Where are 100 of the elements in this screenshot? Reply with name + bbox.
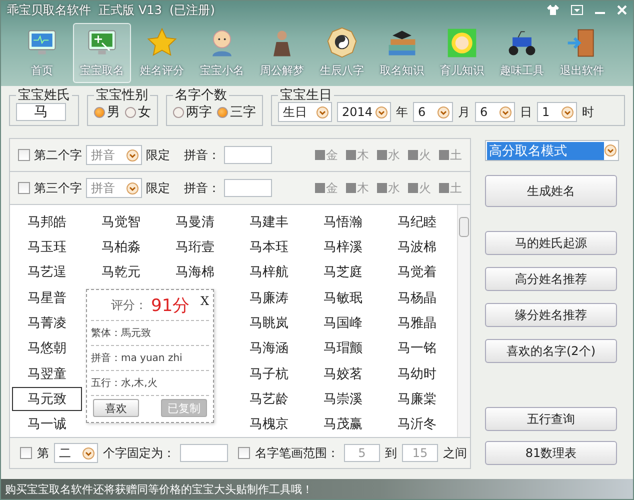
surname-field[interactable]: 马	[16, 103, 66, 121]
action-button[interactable]: 高分姓名推荐	[485, 267, 617, 291]
dropdown-menu-icon[interactable]	[571, 5, 583, 15]
name-item[interactable]: 马芝庭	[308, 260, 378, 284]
name-item[interactable]: 马敏珉	[308, 286, 378, 310]
action-button[interactable]: 缘分姓名推荐	[485, 303, 617, 327]
name-item[interactable]: 马曼清	[160, 210, 230, 234]
action-button[interactable]: 81数理表	[485, 441, 617, 465]
pinyin-select[interactable]: 拼音	[86, 145, 142, 165]
name-item[interactable]: 马沂冬	[382, 412, 452, 436]
pinyin-field[interactable]	[224, 179, 272, 197]
pinyin-label: 拼音：	[184, 180, 220, 196]
name-item[interactable]: 马珩壹	[160, 235, 230, 259]
date-unit-label: 时	[582, 104, 594, 120]
name-item[interactable]: 马茂赢	[308, 412, 378, 436]
name-item[interactable]: 马纪睦	[382, 210, 452, 234]
name-item[interactable]: 马梓航	[234, 260, 304, 284]
date-select[interactable]: 生日	[278, 102, 332, 122]
position-select[interactable]: 二	[54, 443, 98, 463]
action-button[interactable]: 生成姓名	[485, 175, 617, 207]
name-item[interactable]: 马廉涛	[234, 286, 304, 310]
name-item[interactable]: 马艺逞	[12, 260, 82, 284]
name-item[interactable]: 马觉智	[86, 210, 156, 234]
fixed-char-field[interactable]	[180, 444, 228, 462]
name-item[interactable]: 马邦皓	[12, 210, 82, 234]
date-unit-label: 年	[396, 104, 408, 120]
name-item[interactable]: 马雅晶	[382, 311, 452, 335]
action-button[interactable]: 喜欢的名字(2个)	[485, 339, 617, 363]
name-item[interactable]: 马一铭	[382, 336, 452, 360]
name-item[interactable]: 马菁凌	[12, 311, 82, 335]
radio-option[interactable]: 两字	[173, 103, 212, 121]
name-item[interactable]: 马子杭	[234, 362, 304, 386]
checkbox-label: 名字笔画范围：	[255, 444, 339, 462]
limit-label: 限定	[146, 180, 170, 196]
scrollbar[interactable]	[457, 205, 470, 437]
like-button[interactable]: 喜欢	[93, 399, 139, 417]
name-item[interactable]: 马建丰	[234, 210, 304, 234]
name-item[interactable]: 马艺龄	[234, 387, 304, 411]
name-item[interactable]: 马杨晶	[382, 286, 452, 310]
group-label: 宝宝姓氏	[17, 88, 71, 103]
close-button[interactable]: X	[200, 294, 209, 308]
checkbox[interactable]	[18, 149, 30, 161]
pinyin-field[interactable]	[224, 146, 272, 164]
name-item[interactable]: 马姣茗	[308, 362, 378, 386]
name-item[interactable]: 马本珏	[234, 235, 304, 259]
name-item[interactable]: 马悠朝	[12, 336, 82, 360]
detail-text: 拼音：ma yuan zhi	[91, 345, 209, 370]
fixed-char-label: 个字固定为：	[103, 444, 175, 462]
date-select[interactable]: 6	[413, 102, 453, 122]
name-item[interactable]: 马廉棠	[382, 387, 452, 411]
name-item[interactable]: 马元致	[12, 387, 82, 411]
date-select[interactable]: 6	[475, 102, 515, 122]
checkbox-label: 第三个字	[34, 180, 82, 196]
detail-text: 五行：水,木,火	[91, 370, 209, 395]
group-label: 宝宝生日	[279, 88, 333, 103]
group-label: 名字个数	[174, 88, 228, 103]
name-item[interactable]: 马玉珏	[12, 235, 82, 259]
name-item[interactable]: 马波棉	[382, 235, 452, 259]
name-item[interactable]: 马槐京	[234, 412, 304, 436]
window-title: 乖宝贝取名软件 正式版 V13 (已注册)	[7, 2, 216, 18]
checkbox[interactable]	[18, 182, 30, 194]
name-item[interactable]: 马乾元	[86, 260, 156, 284]
group-label: 宝宝性别	[95, 88, 149, 103]
checkbox-label: 第二个字	[34, 146, 82, 164]
date-select[interactable]: 1	[537, 102, 577, 122]
name-item[interactable]: 马悟瀚	[308, 210, 378, 234]
checkbox[interactable]	[20, 447, 32, 459]
range-suffix-label: 之间	[443, 444, 467, 462]
radio-option[interactable]: 男	[94, 103, 120, 121]
action-button[interactable]: 马的姓氏起源	[485, 231, 617, 255]
date-select[interactable]: 2014	[337, 102, 391, 122]
score-label: 评分：	[111, 296, 147, 314]
mode-select[interactable]: 高分取名模式	[485, 140, 619, 161]
name-item[interactable]: 马海涵	[234, 336, 304, 360]
shirt-icon[interactable]	[547, 5, 559, 15]
checkbox-label: 第	[37, 444, 49, 462]
close-icon[interactable]	[617, 5, 627, 15]
limit-label: 限定	[146, 146, 170, 164]
name-item[interactable]: 马一诚	[12, 412, 82, 436]
radio-option[interactable]: 三字	[217, 103, 256, 121]
date-unit-label: 月	[458, 104, 470, 120]
name-item[interactable]: 马梓溪	[308, 235, 378, 259]
name-item[interactable]: 马国峰	[308, 311, 378, 335]
name-item[interactable]: 马眺岚	[234, 311, 304, 335]
range-label: 到	[385, 444, 397, 462]
name-item[interactable]: 马觉着	[382, 260, 452, 284]
checkbox[interactable]	[238, 447, 250, 459]
name-item[interactable]: 马柏淼	[86, 235, 156, 259]
action-button[interactable]: 五行查询	[485, 407, 617, 431]
name-item[interactable]: 马幼时	[382, 362, 452, 386]
score-value: 91分	[151, 294, 191, 316]
pinyin-select[interactable]: 拼音	[86, 178, 142, 198]
name-item[interactable]: 马星普	[12, 286, 82, 310]
name-item[interactable]: 马翌童	[12, 362, 82, 386]
name-item[interactable]: 马崇溪	[308, 387, 378, 411]
pinyin-label: 拼音：	[184, 146, 220, 164]
radio-option[interactable]: 女	[125, 103, 151, 121]
detail-text: 繁体：馬元致	[91, 320, 209, 345]
name-item[interactable]: 马瑁颤	[308, 336, 378, 360]
name-item[interactable]: 马海棉	[160, 260, 230, 284]
